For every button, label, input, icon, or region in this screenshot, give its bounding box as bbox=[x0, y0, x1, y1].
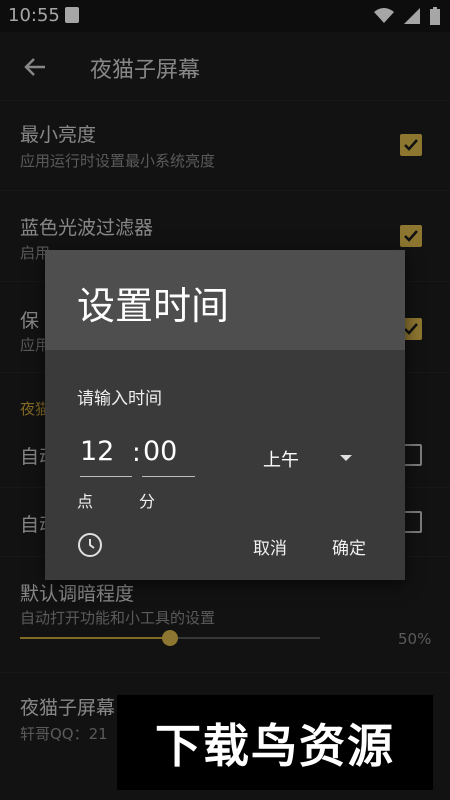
cancel-button[interactable]: 取消 bbox=[253, 534, 287, 559]
confirm-button[interactable]: 确定 bbox=[332, 534, 366, 559]
dialog-prompt: 请输入时间 bbox=[77, 389, 162, 409]
hour-unit-label: 点 bbox=[77, 492, 94, 511]
set-time-dialog: 设置时间 请输入时间 12 : 00 点 分 上午 取消 确定 bbox=[45, 250, 405, 580]
minute-underline bbox=[142, 476, 195, 477]
minute-unit-label: 分 bbox=[139, 492, 156, 511]
ampm-select[interactable]: 上午 bbox=[263, 446, 363, 476]
watermark: 下载鸟资源 bbox=[117, 695, 433, 790]
minute-input[interactable]: 00 bbox=[143, 436, 177, 467]
hour-input[interactable]: 12 bbox=[80, 436, 114, 467]
dialog-title: 设置时间 bbox=[77, 284, 230, 328]
dialog-header: 设置时间 bbox=[45, 250, 405, 350]
clock-icon[interactable] bbox=[77, 532, 103, 558]
dropdown-arrow-icon bbox=[340, 455, 352, 461]
ampm-value: 上午 bbox=[263, 450, 299, 471]
hour-underline bbox=[80, 476, 132, 477]
time-colon: : bbox=[132, 438, 141, 468]
